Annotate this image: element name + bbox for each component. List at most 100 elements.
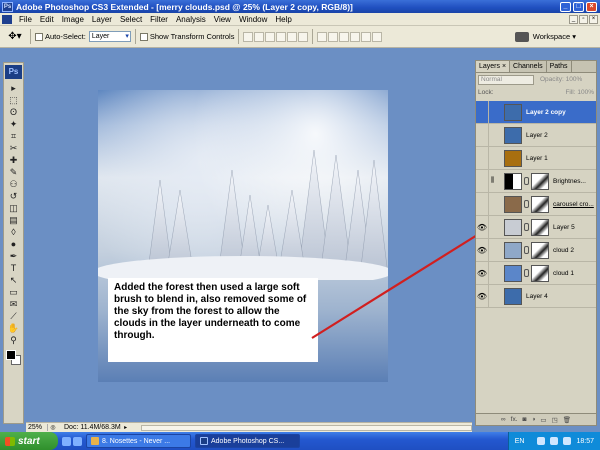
add-mask-icon[interactable]: ◙ xyxy=(523,416,527,423)
distribute-right-icon[interactable] xyxy=(372,31,383,42)
move-tool-icon[interactable]: ▸ xyxy=(5,82,22,94)
quick-launch-icon[interactable] xyxy=(73,436,82,446)
history-brush-tool-icon[interactable]: ↺ xyxy=(5,190,22,202)
chain-link-icon[interactable] xyxy=(524,269,529,277)
layer-name[interactable]: Layer 4 xyxy=(526,293,548,300)
chain-link-icon[interactable] xyxy=(524,246,529,254)
start-button[interactable]: start xyxy=(0,432,58,450)
distribute-top-icon[interactable] xyxy=(317,31,328,42)
language-indicator[interactable]: EN xyxy=(515,438,525,445)
layer-name[interactable]: Layer 2 xyxy=(526,132,548,139)
layer-row[interactable]: ⫼ Brightnes... xyxy=(476,169,596,193)
shape-tool-icon[interactable]: ▭ xyxy=(5,286,22,298)
distribute-left-icon[interactable] xyxy=(350,31,361,42)
document-canvas[interactable]: Added the forest then used a large soft … xyxy=(98,90,388,382)
align-bottom-icon[interactable] xyxy=(265,31,276,42)
layer-thumbnail[interactable] xyxy=(504,149,522,167)
layer-name[interactable]: Layer 2 copy xyxy=(526,109,566,116)
new-layer-icon[interactable]: ◳ xyxy=(552,416,558,424)
eyedropper-tool-icon[interactable]: ⟋ xyxy=(5,310,22,322)
layer-thumbnail[interactable] xyxy=(504,172,522,190)
show-transform-box[interactable] xyxy=(139,32,148,41)
blend-mode-select[interactable]: Normal xyxy=(478,74,534,85)
layer-thumbnail[interactable] xyxy=(504,241,522,259)
layer-mask-thumbnail[interactable] xyxy=(531,264,549,282)
align-hcenter-icon[interactable] xyxy=(287,31,298,42)
layer-mask-thumbnail[interactable] xyxy=(531,218,549,236)
opacity-field[interactable]: Opacity: 100% xyxy=(540,76,582,83)
layer-row[interactable]: Layer 2 xyxy=(476,123,596,147)
doc-restore-button[interactable]: ▫ xyxy=(579,14,588,24)
quick-launch-icon[interactable] xyxy=(62,436,71,446)
visibility-eye-icon[interactable]: 👁 xyxy=(476,238,489,262)
chain-link-icon[interactable] xyxy=(524,223,529,231)
pen-tool-icon[interactable]: ✒ xyxy=(5,250,22,262)
tray-icon[interactable] xyxy=(550,437,559,445)
document-icon[interactable] xyxy=(2,14,12,24)
marquee-tool-icon[interactable]: ⬚ xyxy=(5,94,22,106)
layer-row[interactable]: 👁 cloud 2 xyxy=(476,238,596,262)
visibility-eye-icon[interactable]: 👁 xyxy=(476,215,489,239)
ps-logo[interactable]: Ps xyxy=(5,65,22,79)
menu-select[interactable]: Select xyxy=(116,15,146,24)
close-button[interactable]: × xyxy=(586,1,597,12)
visibility-eye-icon[interactable] xyxy=(476,100,489,124)
layer-row[interactable]: 👁 Layer 5 xyxy=(476,215,596,239)
hand-tool-icon[interactable]: ✋ xyxy=(5,322,22,334)
layer-style-icon[interactable]: fx. xyxy=(511,416,518,423)
visibility-eye-icon[interactable] xyxy=(476,169,489,193)
layer-mask-thumbnail[interactable] xyxy=(531,241,549,259)
layer-name[interactable]: cloud 2 xyxy=(553,247,574,254)
layer-thumbnail[interactable] xyxy=(504,218,522,236)
layer-row[interactable]: Layer 2 copy xyxy=(476,100,596,124)
status-arrow-icon[interactable]: ▸ xyxy=(121,424,131,431)
path-selection-tool-icon[interactable]: ↖ xyxy=(5,274,22,286)
brush-tool-icon[interactable]: ✎ xyxy=(5,166,22,178)
slice-tool-icon[interactable]: ✂ xyxy=(5,142,22,154)
chain-link-icon[interactable] xyxy=(524,177,529,185)
layer-mask-thumbnail[interactable] xyxy=(531,195,549,213)
menu-analysis[interactable]: Analysis xyxy=(172,15,210,24)
auto-select-box[interactable] xyxy=(35,32,43,41)
align-right-icon[interactable] xyxy=(298,31,309,42)
menu-view[interactable]: View xyxy=(210,15,235,24)
move-tool-preset-icon[interactable]: ✥▾ xyxy=(4,29,26,45)
layer-row[interactable]: Layer 1 xyxy=(476,146,596,170)
taskbar-button-browser[interactable]: 8. Nosettes - Never ... xyxy=(86,434,191,448)
auto-select-dropdown[interactable]: Layer xyxy=(88,31,131,42)
healing-brush-tool-icon[interactable]: ✚ xyxy=(5,154,22,166)
fill-field[interactable]: Fill: 100% xyxy=(565,89,594,96)
eraser-tool-icon[interactable]: ◫ xyxy=(5,202,22,214)
color-swatches[interactable] xyxy=(5,349,22,367)
layer-thumbnail[interactable] xyxy=(504,126,522,144)
layer-thumbnail[interactable] xyxy=(504,103,522,121)
crop-tool-icon[interactable]: ⌗ xyxy=(5,130,22,142)
tray-icon[interactable] xyxy=(563,437,572,445)
layer-name[interactable]: Brightnes... xyxy=(553,178,586,185)
layer-row[interactable]: carousel cro... xyxy=(476,192,596,216)
horizontal-scrollbar[interactable] xyxy=(140,424,472,431)
workspace-menu[interactable]: Workspace ▾ xyxy=(514,31,576,42)
distribute-vcenter-icon[interactable] xyxy=(328,31,339,42)
clone-stamp-tool-icon[interactable]: ⚇ xyxy=(5,178,22,190)
maximize-button[interactable]: □ xyxy=(573,1,584,12)
lasso-tool-icon[interactable]: ʘ xyxy=(5,106,22,118)
type-tool-icon[interactable]: T xyxy=(5,262,22,274)
group-icon[interactable]: ▭ xyxy=(540,416,546,424)
show-transform-checkbox[interactable]: Show Transform Controls xyxy=(139,32,234,41)
magic-wand-tool-icon[interactable]: ✦ xyxy=(5,118,22,130)
visibility-eye-icon[interactable] xyxy=(476,146,489,170)
menu-help[interactable]: Help xyxy=(271,15,295,24)
layer-row[interactable]: 👁 cloud 1 xyxy=(476,261,596,285)
link-layers-icon[interactable]: ∞ xyxy=(501,416,506,423)
layer-thumbnail[interactable] xyxy=(504,195,522,213)
menu-layer[interactable]: Layer xyxy=(88,15,116,24)
foreground-color-swatch[interactable] xyxy=(6,350,16,360)
align-left-icon[interactable] xyxy=(276,31,287,42)
gradient-tool-icon[interactable]: ▤ xyxy=(5,214,22,226)
menu-edit[interactable]: Edit xyxy=(36,15,58,24)
layer-name[interactable]: carousel cro... xyxy=(553,201,594,208)
menu-window[interactable]: Window xyxy=(235,15,271,24)
layer-name[interactable]: cloud 1 xyxy=(553,270,574,277)
minimize-button[interactable]: _ xyxy=(560,1,571,12)
